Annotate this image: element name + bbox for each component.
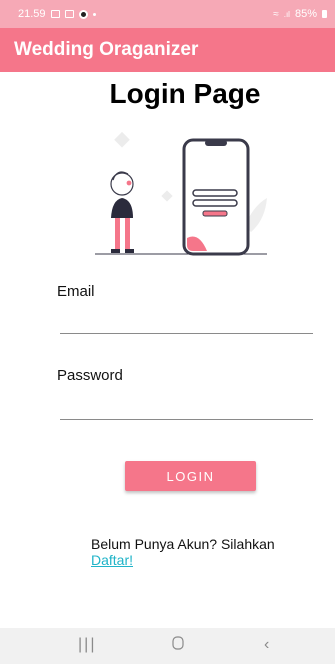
page-title: Login Page bbox=[109, 78, 261, 109]
more-notifications-icon bbox=[92, 12, 96, 16]
home-icon-glyph bbox=[172, 636, 184, 650]
navigation-bar: ||| ‹ bbox=[0, 628, 335, 664]
password-label: Password bbox=[57, 367, 123, 384]
background-shape bbox=[114, 131, 130, 148]
status-left: 21.59 bbox=[18, 8, 96, 20]
background-shape bbox=[161, 190, 173, 202]
login-button[interactable]: LOGIN bbox=[125, 461, 256, 491]
person-shoe bbox=[125, 249, 134, 253]
person-leg bbox=[125, 218, 130, 249]
person-shirt bbox=[111, 198, 133, 218]
app-title: Wedding Oraganizer bbox=[14, 39, 199, 60]
person-earring bbox=[126, 180, 132, 186]
app-notification-icon bbox=[78, 9, 88, 19]
password-input[interactable] bbox=[60, 392, 317, 420]
signal-icon: .ıl bbox=[283, 9, 290, 19]
gallery-notification-icon bbox=[50, 10, 60, 18]
register-link[interactable]: Daftar! bbox=[91, 552, 133, 568]
message-notification-icon bbox=[64, 10, 74, 18]
status-bar: 21.59 ≈ .ıl 85% bbox=[0, 0, 335, 28]
status-right: ≈ .ıl 85% bbox=[273, 8, 327, 20]
email-underline bbox=[60, 333, 313, 334]
wifi-icon: ≈ bbox=[273, 8, 279, 20]
recent-apps-icon[interactable]: ||| bbox=[78, 636, 96, 654]
person-shoe bbox=[111, 249, 120, 253]
register-prompt: Belum Punya Akun? Silahkan Daftar! bbox=[91, 536, 275, 568]
battery-level: 85% bbox=[294, 8, 317, 20]
phone-notch bbox=[205, 140, 227, 146]
login-illustration bbox=[95, 131, 267, 256]
email-input[interactable] bbox=[60, 306, 317, 334]
phone-button-shape bbox=[202, 210, 228, 217]
battery-icon bbox=[322, 10, 327, 18]
person-leg bbox=[115, 218, 120, 249]
status-time: 21.59 bbox=[18, 8, 46, 20]
home-icon[interactable] bbox=[172, 636, 184, 655]
back-icon[interactable]: ‹ bbox=[264, 636, 269, 654]
register-prompt-text: Belum Punya Akun? Silahkan bbox=[91, 536, 275, 552]
password-underline bbox=[60, 419, 313, 420]
email-label: Email bbox=[57, 283, 95, 300]
app-bar: Wedding Oraganizer bbox=[0, 28, 335, 72]
